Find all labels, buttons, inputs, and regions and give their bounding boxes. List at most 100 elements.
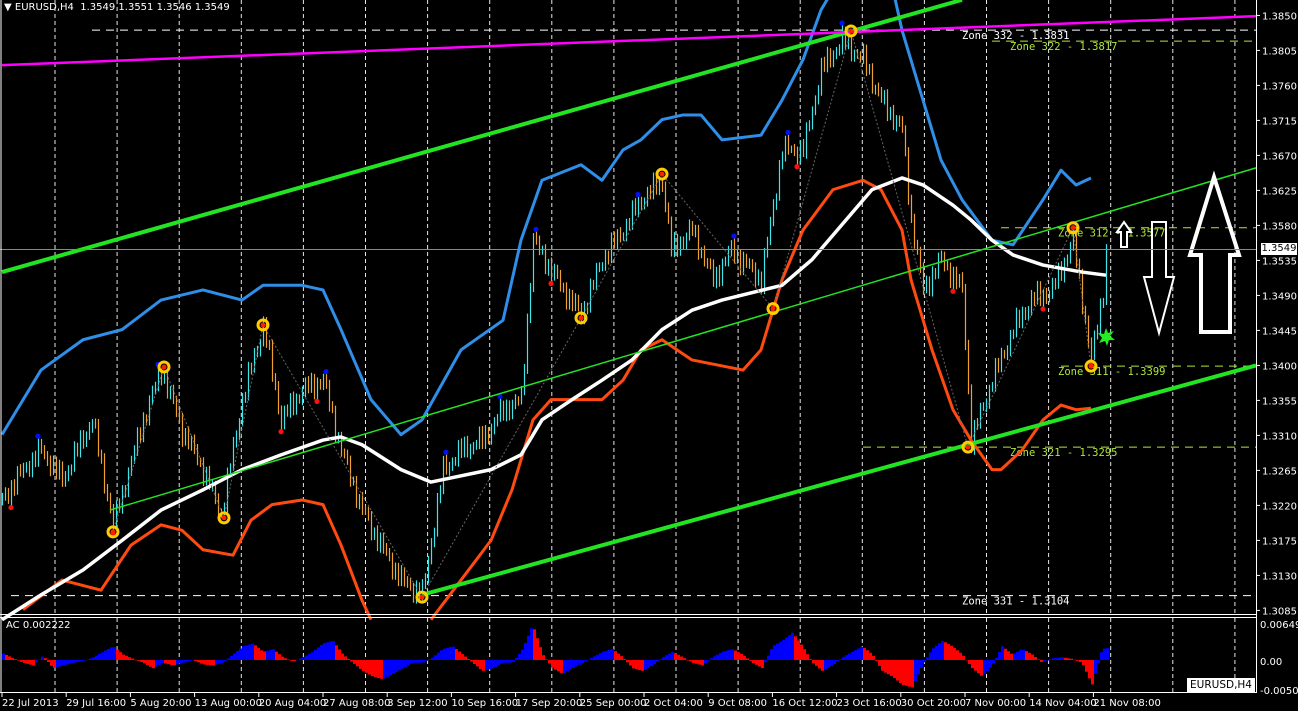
ac-bar: [332, 641, 335, 660]
ac-bar: [734, 650, 737, 660]
ac-bar: [365, 660, 368, 673]
ac-bar: [329, 641, 332, 660]
ac-bar: [188, 660, 191, 662]
ac-bar: [968, 660, 971, 665]
ac-bar: [1079, 660, 1082, 663]
ac-bar: [992, 660, 995, 664]
ac-bar: [983, 660, 986, 675]
ac-bar: [1013, 653, 1016, 660]
ac-bar: [335, 645, 338, 660]
ac-bar: [311, 652, 314, 660]
ac-bar: [629, 660, 632, 666]
ac-bar: [779, 641, 782, 660]
x-tick-label: 23 Oct 16:00: [837, 698, 902, 709]
chart-header: ▼ EURUSD,H4 1.3549 1.3551 1.3546 1.3549: [4, 2, 230, 13]
ac-bar: [41, 656, 44, 660]
ac-bar: [1085, 660, 1088, 672]
big-up-arrow-icon: [1187, 170, 1242, 334]
ac-bar: [704, 660, 707, 664]
ac-bar: [1016, 651, 1019, 660]
ac-bar: [944, 642, 947, 660]
ac-bar: [617, 653, 620, 660]
ac-bar: [674, 653, 677, 660]
ac-bar: [242, 646, 245, 660]
ac-bar: [20, 660, 23, 662]
ac-bar: [632, 660, 635, 669]
ac-bar: [407, 660, 410, 666]
ac-bar: [1082, 660, 1085, 666]
ac-bar: [284, 658, 287, 660]
ac-bar: [728, 649, 731, 660]
y-tick-label: 1.3580: [1262, 221, 1297, 232]
ac-bar: [359, 660, 362, 669]
ac-bar: [356, 660, 359, 667]
ac-bar: [323, 643, 326, 660]
ac-bar: [1001, 646, 1004, 660]
ac-bar: [599, 653, 602, 660]
fractal-up-dot: [35, 433, 41, 439]
ac-bar: [560, 660, 563, 673]
ohlc-values: 1.3549 1.3551 1.3546 1.3549: [80, 2, 230, 13]
ac-bar: [587, 659, 590, 661]
ac-bar: [605, 650, 608, 660]
ac-bar: [1010, 653, 1013, 660]
ac-bar: [23, 660, 26, 664]
ac-bar: [764, 660, 767, 663]
collapse-triangle-icon[interactable]: ▼: [4, 2, 15, 13]
ac-bar: [65, 660, 68, 665]
support-resistance-zones: Zone 332 - 1.3831Zone 322 - 1.3817Zone 3…: [11, 29, 1256, 608]
y-tick-label: 1.3490: [1262, 291, 1297, 302]
x-tick-label: 30 Oct 20:00: [901, 698, 966, 709]
ac-bar: [806, 654, 809, 660]
ac-bar: [227, 658, 230, 660]
y-tick-label: 1.3400: [1262, 361, 1297, 372]
ac-bar: [398, 660, 401, 671]
ac-bar: [671, 651, 674, 660]
price-chart[interactable]: Zone 332 - 1.3831Zone 322 - 1.3817Zone 3…: [0, 0, 1298, 711]
fractal-down-dot: [794, 164, 800, 170]
y-tick-label: 1.3265: [1262, 466, 1297, 477]
zigzag-pivot-dot: [221, 515, 227, 521]
ac-bar: [98, 653, 101, 660]
ac-bar: [620, 656, 623, 660]
y-tick-label: 1.3220: [1262, 501, 1297, 512]
fractal-down-dot: [548, 280, 554, 287]
ac-bar: [425, 660, 428, 661]
ac-bar: [128, 657, 131, 660]
ac-bar: [1103, 648, 1106, 660]
ac-bar: [68, 660, 71, 664]
ac-bar: [935, 645, 938, 660]
ac-bar: [503, 660, 506, 663]
ac-bar: [800, 644, 803, 660]
ac-bar: [140, 660, 143, 663]
fractal-up-dot: [785, 129, 791, 136]
ac-bar: [797, 640, 800, 660]
ac-bar: [1040, 660, 1043, 662]
y-tick-label: 1.3670: [1262, 151, 1297, 162]
ac-bar: [518, 653, 521, 660]
ac-bar: [683, 658, 686, 660]
ac-bar: [224, 660, 227, 661]
ac-bar: [410, 660, 413, 664]
ac-bar: [476, 660, 479, 667]
ac-bar: [257, 647, 260, 660]
ac-bar: [368, 660, 371, 675]
ac-bar: [206, 660, 209, 665]
x-tick-label: 16 Oct 12:00: [772, 698, 837, 709]
ac-bar: [161, 660, 164, 664]
ac-bar: [287, 659, 290, 661]
ac-bar: [1055, 657, 1058, 660]
ac-bar: [5, 654, 8, 660]
ac-bar: [1007, 651, 1010, 660]
zigzag-pivot-dot: [110, 529, 116, 535]
ac-bar: [185, 660, 188, 662]
ac-bar: [434, 655, 437, 660]
ac-bar: [833, 660, 836, 664]
ac-bar: [263, 651, 266, 660]
ac-bar: [494, 660, 497, 667]
fractal-up-dot: [731, 233, 737, 239]
ac-bar: [827, 660, 830, 668]
ac-bar: [278, 654, 281, 660]
ac-bar: [1049, 659, 1052, 660]
y-tick-label: 1.3445: [1262, 326, 1297, 337]
